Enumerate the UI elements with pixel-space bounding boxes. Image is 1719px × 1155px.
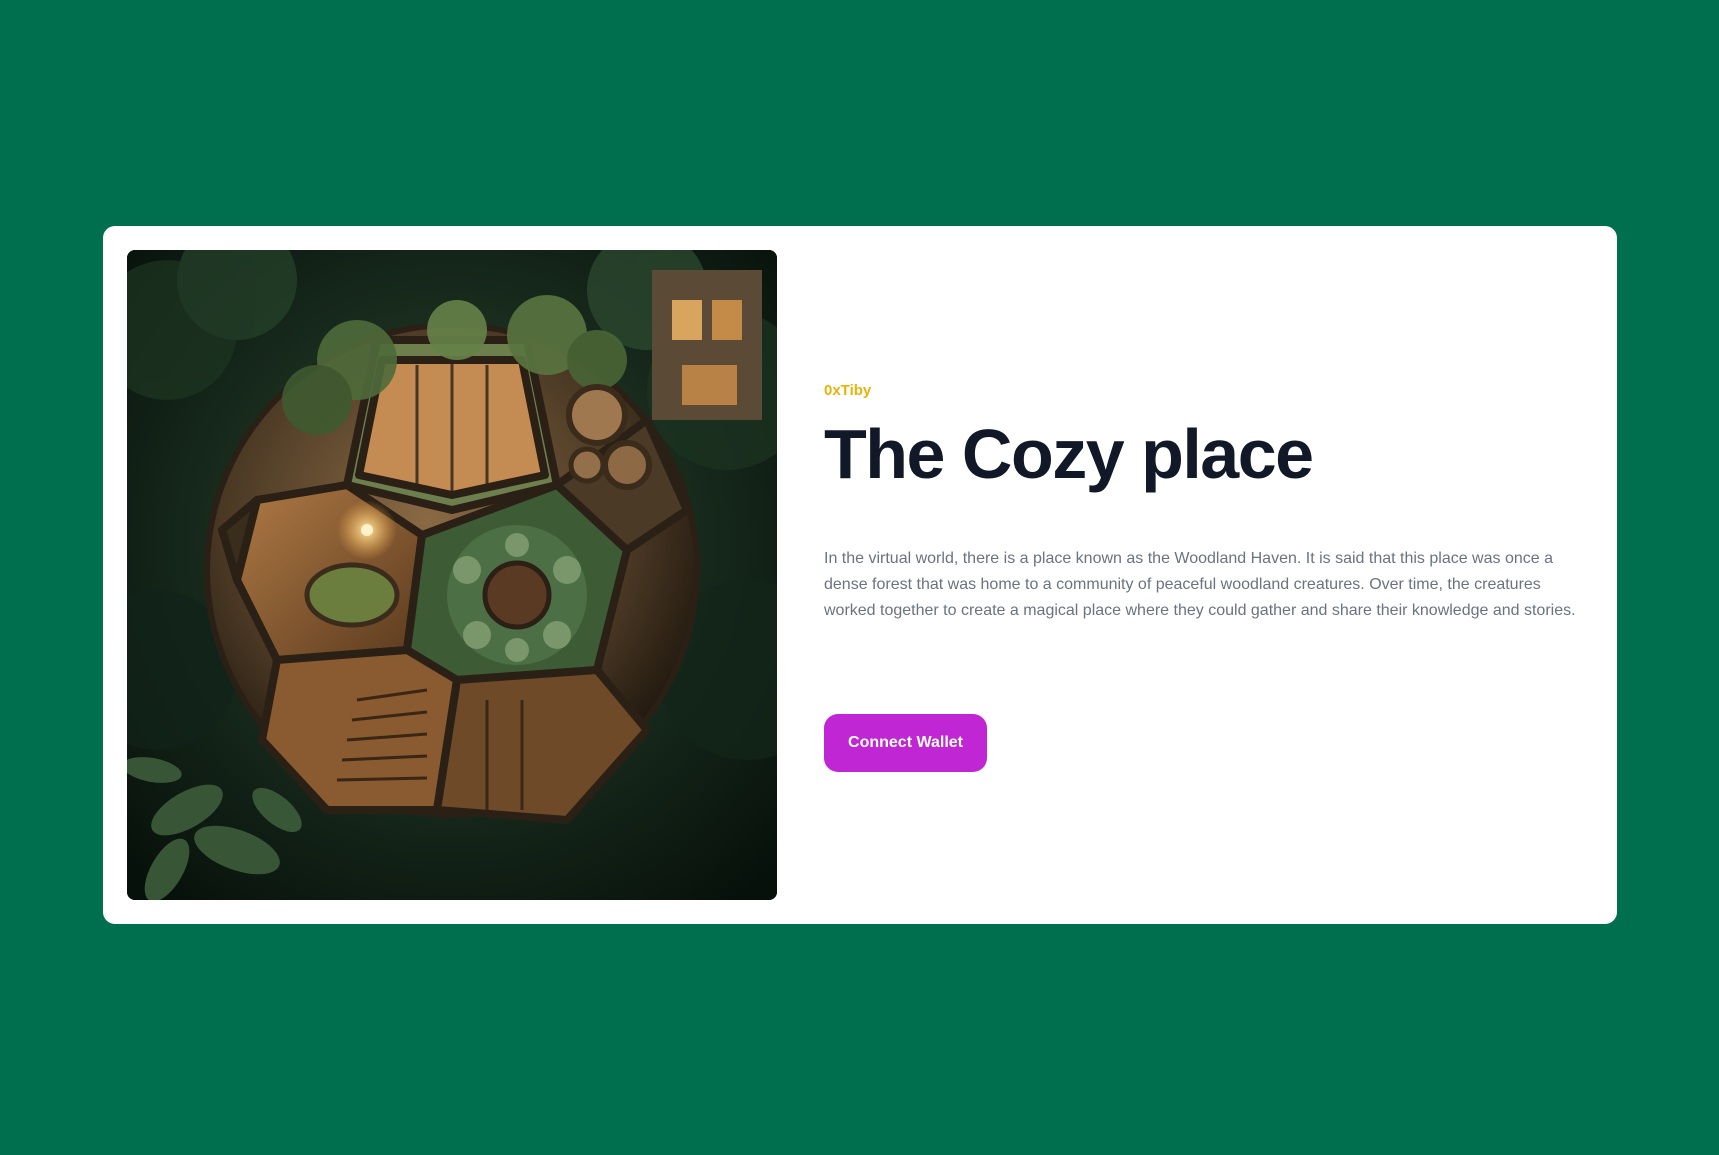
nft-card: 0xTiby The Cozy place In the virtual wor… bbox=[103, 226, 1617, 924]
page-title: The Cozy place bbox=[824, 415, 1314, 493]
connect-wallet-button[interactable]: Connect Wallet bbox=[824, 714, 987, 772]
hero-image bbox=[127, 250, 777, 900]
card-content: 0xTiby The Cozy place In the virtual wor… bbox=[824, 226, 1584, 924]
collection-name: 0xTiby bbox=[824, 382, 872, 399]
description-text: In the virtual world, there is a place k… bbox=[824, 550, 1576, 619]
treehouse-illustration bbox=[127, 250, 777, 900]
